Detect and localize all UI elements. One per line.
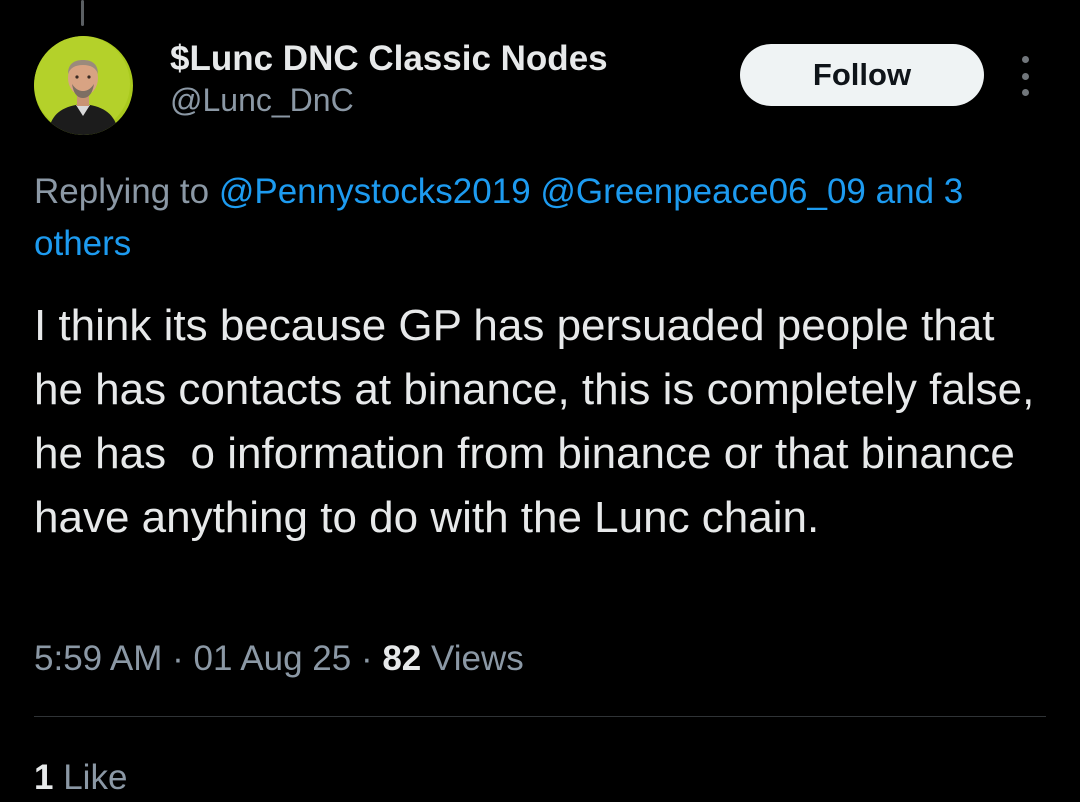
more-dot bbox=[1021, 72, 1029, 80]
author-header: $Lunc DNC Classic Nodes @Lunc_DnC bbox=[170, 38, 608, 120]
like-count: 1 bbox=[34, 758, 54, 797]
meta-separator: · bbox=[172, 639, 184, 678]
reply-prefix: Replying to bbox=[34, 172, 210, 211]
likes-link[interactable]: 1 Like bbox=[34, 756, 127, 800]
thread-connector-line bbox=[81, 0, 84, 26]
follow-button[interactable]: Follow bbox=[740, 44, 984, 106]
tweet-date[interactable]: 01 Aug 25 bbox=[194, 639, 352, 678]
views-count: 82 bbox=[382, 639, 422, 678]
more-dot bbox=[1021, 89, 1029, 96]
avatar[interactable] bbox=[34, 36, 133, 135]
tweet-meta: 5:59 AM · 01 Aug 25 · 82 Views bbox=[34, 636, 524, 682]
author-display-name[interactable]: $Lunc DNC Classic Nodes bbox=[170, 38, 608, 80]
more-vertical-icon[interactable] bbox=[1010, 56, 1040, 96]
meta-separator: · bbox=[360, 639, 373, 678]
author-handle[interactable]: @Lunc_DnC bbox=[170, 80, 608, 120]
avatar-image bbox=[34, 36, 133, 135]
views-label: Views bbox=[431, 639, 524, 678]
divider bbox=[34, 716, 1046, 717]
like-label: Like bbox=[63, 758, 128, 797]
tweet-body: I think its because GP has persuaded peo… bbox=[34, 301, 1047, 542]
mention-link[interactable]: @Pennystocks2019 bbox=[219, 172, 531, 211]
mention-link[interactable]: @Greenpeace06_09 bbox=[540, 172, 866, 211]
tweet-time[interactable]: 5:59 AM bbox=[34, 639, 162, 678]
reply-context: Replying to @Pennystocks2019 @Greenpeace… bbox=[34, 166, 1054, 270]
more-dot bbox=[1021, 56, 1029, 63]
